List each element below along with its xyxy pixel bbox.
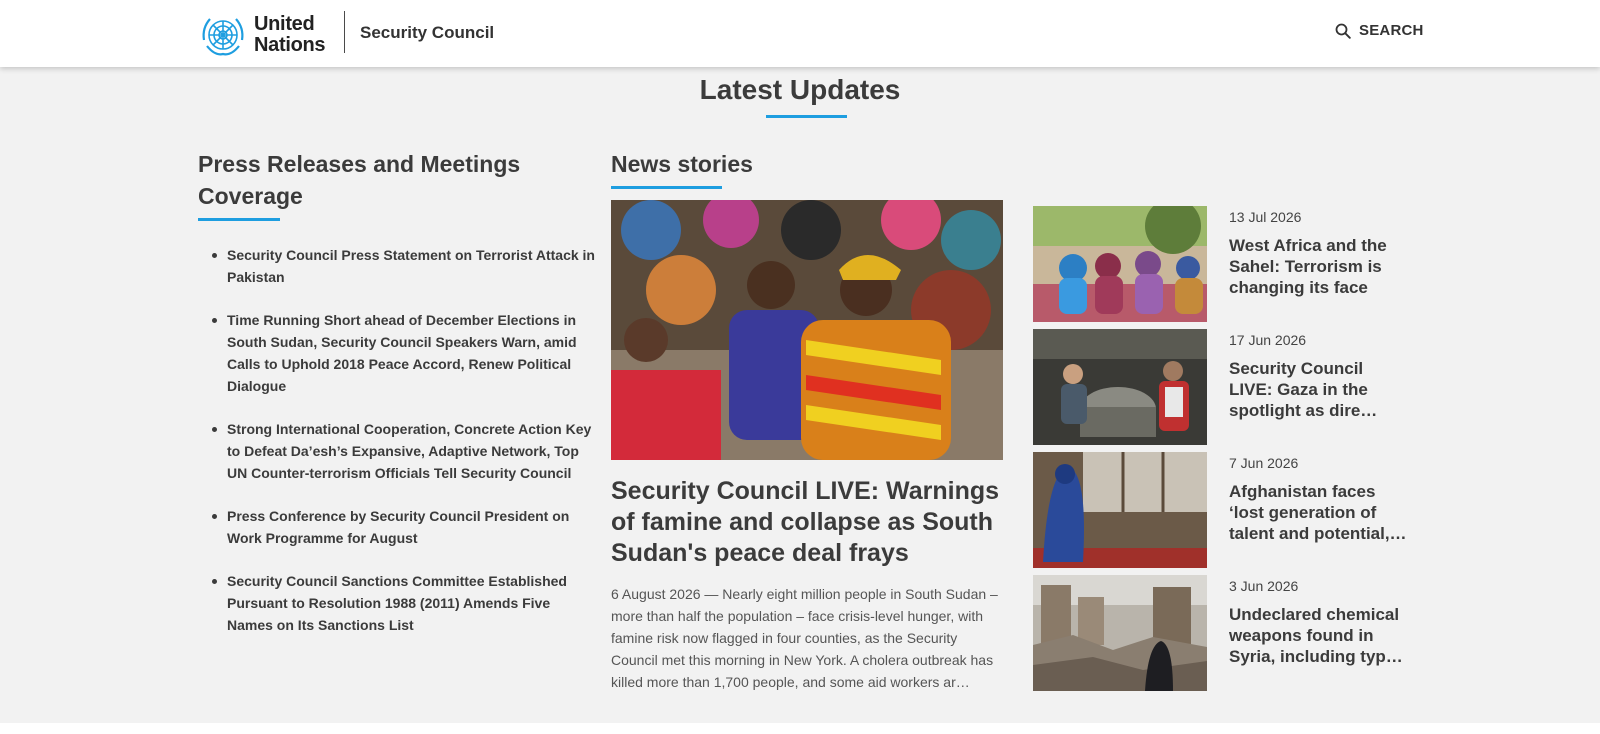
- press-section-title: Press Releases and Meetings Coverage: [198, 151, 521, 209]
- news-section-title: News stories: [611, 151, 753, 177]
- news-story-list: 13 Jul 2026 West Africa and the Sahel: T…: [1033, 206, 1413, 698]
- press-item-link[interactable]: Strong International Cooperation, Concre…: [212, 418, 598, 484]
- un-emblem-icon: [202, 18, 244, 56]
- search-label: SEARCH: [1359, 22, 1424, 39]
- story-photo: [1033, 575, 1207, 691]
- news-stories-column: News stories Security Council LIVE: Warn…: [611, 148, 1003, 693]
- logo-wordmark: United Nations: [254, 13, 326, 56]
- press-item-link[interactable]: Time Running Short ahead of December Ele…: [212, 309, 598, 397]
- story-date: 7 Jun 2026: [1229, 455, 1299, 471]
- hero-photo[interactable]: [611, 200, 1003, 460]
- story-text: 7 Jun 2026 Afghanistan faces ‘lost gener…: [1229, 452, 1409, 568]
- page-title: Latest Updates: [699, 74, 901, 105]
- press-list: Security Council Press Statement on Terr…: [198, 244, 598, 636]
- story-text: 13 Jul 2026 West Africa and the Sahel: T…: [1229, 206, 1409, 322]
- search-button[interactable]: SEARCH: [1335, 22, 1424, 39]
- press-item-link[interactable]: Security Council Sanctions Committee Est…: [212, 570, 598, 636]
- un-logo-link[interactable]: United Nations: [198, 10, 326, 60]
- story-text: 17 Jun 2026 Security Council LIVE: Gaza …: [1229, 329, 1409, 445]
- hero-story-title[interactable]: Security Council LIVE: Warnings of famin…: [611, 476, 1003, 569]
- story-photo: [1033, 329, 1207, 445]
- story-title[interactable]: Security Council LIVE: Gaza in the spotl…: [1229, 358, 1409, 421]
- press-releases-column: Press Releases and Meetings Coverage Sec…: [198, 148, 598, 657]
- story-date: 13 Jul 2026: [1229, 209, 1302, 225]
- logo-line-2: Nations: [254, 34, 326, 56]
- news-story-card[interactable]: 7 Jun 2026 Afghanistan faces ‘lost gener…: [1033, 452, 1413, 568]
- hero-story-summary: 6 August 2026 — Nearly eight million peo…: [611, 586, 998, 690]
- news-story-card[interactable]: 17 Jun 2026 Security Council LIVE: Gaza …: [1033, 329, 1413, 445]
- story-title[interactable]: Afghanistan faces ‘lost generation of ta…: [1229, 481, 1409, 544]
- story-photo: [1033, 452, 1207, 568]
- press-item-link[interactable]: Security Council Press Statement on Terr…: [212, 244, 598, 288]
- news-story-card[interactable]: 3 Jun 2026 Undeclared chemical weapons f…: [1033, 575, 1413, 691]
- news-story-card[interactable]: 13 Jul 2026 West Africa and the Sahel: T…: [1033, 206, 1413, 322]
- story-photo: [1033, 206, 1207, 322]
- story-date: 3 Jun 2026: [1229, 578, 1299, 594]
- logo-line-1: United: [254, 13, 315, 35]
- story-title[interactable]: Undeclared chemical weapons found in Syr…: [1229, 604, 1409, 667]
- story-date: 17 Jun 2026: [1229, 332, 1307, 348]
- top-navigation-bar: United Nations Security Council SEARCH: [0, 0, 1600, 67]
- press-item-link[interactable]: Press Conference by Security Council Pre…: [212, 505, 598, 549]
- press-section-underline: [198, 218, 280, 221]
- story-title[interactable]: West Africa and the Sahel: Terrorism is …: [1229, 235, 1409, 298]
- section-name-link[interactable]: Security Council: [360, 23, 494, 43]
- news-section-underline: [611, 186, 722, 189]
- search-icon: [1335, 23, 1351, 39]
- page-bottom-edge: [0, 723, 1600, 734]
- story-text: 3 Jun 2026 Undeclared chemical weapons f…: [1229, 575, 1409, 691]
- header-divider: [344, 11, 345, 53]
- page-title-underline: [766, 115, 847, 118]
